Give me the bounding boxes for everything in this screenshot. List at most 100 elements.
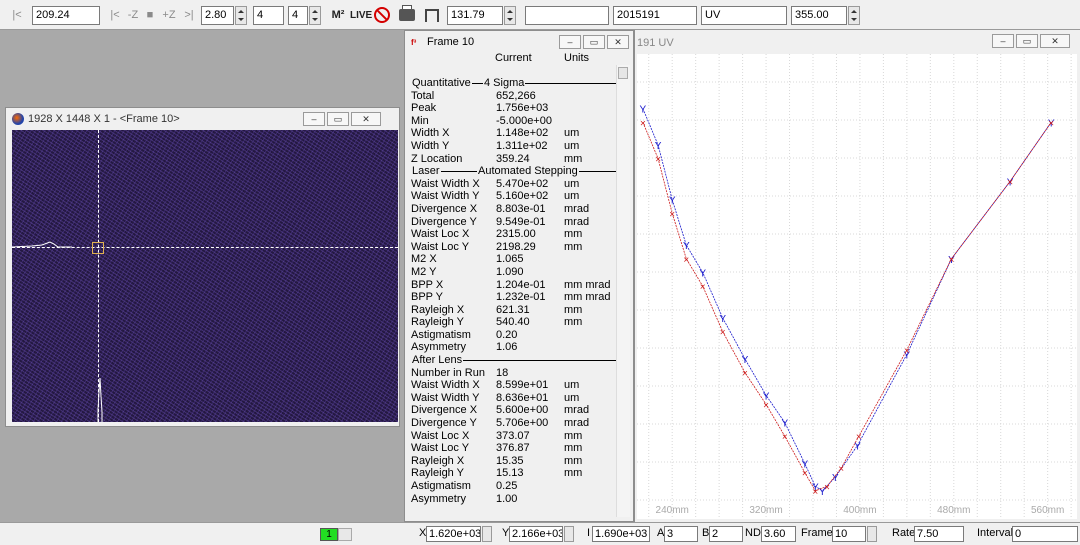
i-value-field[interactable]: 1.690e+03: [592, 526, 650, 542]
live-button[interactable]: LIVE: [350, 6, 372, 25]
scale-spinner[interactable]: [235, 6, 247, 25]
result-row[interactable]: Rayleigh Y 540.40 mm: [411, 316, 616, 329]
result-row[interactable]: Divergence X 5.600e+00 mrad: [411, 404, 616, 417]
serial-field[interactable]: 2015191: [613, 6, 697, 25]
result-row[interactable]: Asymmetry 1.00: [411, 493, 616, 506]
y-profile-plot: [97, 377, 103, 422]
x-value-field[interactable]: 1.620e+03: [426, 526, 481, 542]
binning-y-field[interactable]: 4: [288, 6, 308, 25]
data-point-x: ×: [949, 255, 955, 266]
rate-value-field[interactable]: 7.50: [914, 526, 964, 542]
door-icon[interactable]: [425, 9, 439, 22]
data-point-x: ×: [812, 487, 818, 498]
zoom-in-button[interactable]: +Z: [160, 6, 178, 25]
end-button[interactable]: >|: [180, 6, 198, 25]
blank-field[interactable]: [525, 6, 609, 25]
wavelength-spinner[interactable]: [848, 6, 860, 25]
result-row[interactable]: Divergence X 8.803e-01 mrad: [411, 203, 616, 216]
result-row[interactable]: Waist Loc Y 376.87 mm: [411, 442, 616, 455]
first-frame-button[interactable]: |<: [8, 6, 26, 25]
minimize-button[interactable]: –: [303, 112, 325, 126]
results-scrollbar[interactable]: [616, 65, 630, 517]
start-button[interactable]: |<: [106, 6, 124, 25]
chart-maximize-button[interactable]: ▭: [1016, 34, 1038, 48]
x-tick-label: 480mm: [937, 505, 970, 516]
maximize-button[interactable]: ▭: [327, 112, 349, 126]
scale-field[interactable]: 2.80: [201, 6, 234, 25]
result-value: 5.600e+00: [496, 404, 549, 417]
results-list[interactable]: Quantitative 4 Sigma Total 652,266 Peak 1.756…: [411, 77, 616, 505]
result-row[interactable]: Asymmetry 1.06: [411, 341, 616, 354]
caustic-chart[interactable]: 240mm 320mm 400mm 480mm 560mm Y Y Y Y Y Y Y Y Y Y Y Y Y Y Y…: [637, 54, 1077, 519]
result-label: Divergence X: [411, 404, 478, 417]
result-label: Asymmetry: [411, 492, 466, 505]
stop-capture-icon[interactable]: [374, 7, 390, 23]
chart-close-button[interactable]: ✕: [1040, 34, 1070, 48]
position-field[interactable]: 209.24: [32, 6, 100, 25]
z-spinner[interactable]: [504, 6, 516, 25]
result-row[interactable]: Width X 1.148e+02 um: [411, 127, 616, 140]
mode-field[interactable]: UV: [701, 6, 787, 25]
nd-value-field[interactable]: 3.60: [761, 526, 796, 542]
x-profile-plot: [12, 241, 72, 248]
print-icon[interactable]: [399, 5, 415, 21]
chart-plot: 240mm 320mm 400mm 480mm 560mmYYYYYYYYYYY YYYY…: [637, 54, 1077, 519]
result-row[interactable]: Peak 1.756e+03: [411, 102, 616, 115]
result-unit: mm: [564, 454, 583, 467]
m2-button[interactable]: M²: [328, 6, 348, 25]
result-row[interactable]: Astigmatism 0.25: [411, 480, 616, 493]
chart-minimize-button[interactable]: –: [992, 34, 1014, 48]
result-row[interactable]: Waist Width X 8.599e+01 um: [411, 379, 616, 392]
b-value-field[interactable]: 2: [709, 526, 743, 542]
frame-spinner[interactable]: [867, 526, 877, 542]
result-row[interactable]: Astigmatism 0.20: [411, 329, 616, 342]
result-value: 1.148e+02: [496, 127, 549, 140]
beam-image[interactable]: [12, 130, 398, 422]
result-row[interactable]: M2 X 1.065: [411, 253, 616, 266]
result-row[interactable]: Divergence Y 9.549e-01 mrad: [411, 216, 616, 229]
result-unit: um: [564, 190, 580, 203]
result-value: 2315.00: [496, 228, 536, 241]
result-row[interactable]: Rayleigh X 15.35 mm: [411, 455, 616, 468]
result-row[interactable]: Waist Width X 5.470e+02 um: [411, 178, 616, 191]
result-row[interactable]: Waist Loc X 2315.00 mm: [411, 228, 616, 241]
x-tick-label: 320mm: [749, 505, 782, 516]
data-point-x: ×: [856, 432, 862, 443]
result-row[interactable]: Waist Loc Y 2198.29 mm: [411, 241, 616, 254]
frame-close-button[interactable]: ✕: [607, 35, 629, 49]
result-row[interactable]: BPP Y 1.232e-01 mm mrad: [411, 291, 616, 304]
result-unit: mm: [564, 429, 583, 442]
a-value-field[interactable]: 3: [664, 526, 698, 542]
indicator-slot: [338, 528, 352, 541]
result-row[interactable]: Z Location 359.24 mm: [411, 153, 616, 166]
y-value-field[interactable]: 2.166e+03: [509, 526, 563, 542]
result-row[interactable]: BPP X 1.204e-01 mm mrad: [411, 279, 616, 292]
binning-x-field[interactable]: 4: [253, 6, 284, 25]
result-row[interactable]: Rayleigh X 621.31 mm: [411, 304, 616, 317]
stop-button[interactable]: ■: [143, 6, 157, 25]
result-row[interactable]: Number in Run 18: [411, 367, 616, 380]
result-row[interactable]: Min -5.000e+00: [411, 115, 616, 128]
result-unit: mrad: [564, 404, 590, 417]
result-row[interactable]: Waist Width Y 5.160e+02 um: [411, 190, 616, 203]
frame-value-field[interactable]: 10: [832, 526, 866, 542]
wavelength-field[interactable]: 355.00: [791, 6, 847, 25]
result-row[interactable]: Rayleigh Y 15.13 mm: [411, 467, 616, 480]
result-row[interactable]: Waist Width Y 8.636e+01 um: [411, 392, 616, 405]
binning-spinner[interactable]: [309, 6, 321, 25]
y-spinner[interactable]: [564, 526, 574, 542]
x-spinner[interactable]: [482, 526, 492, 542]
result-row[interactable]: M2 Y 1.090: [411, 266, 616, 279]
zoom-out-button[interactable]: -Z: [124, 6, 142, 25]
close-button[interactable]: ✕: [351, 112, 381, 126]
result-value: 1.00: [496, 492, 518, 505]
result-row[interactable]: Total 652,266: [411, 90, 616, 103]
interval-value-field[interactable]: 0: [1012, 526, 1078, 542]
result-row[interactable]: Waist Loc X 373.07 mm: [411, 430, 616, 443]
result-label: Width Y: [411, 139, 450, 152]
result-row[interactable]: Divergence Y 5.706e+00 mrad: [411, 417, 616, 430]
frame-minimize-button[interactable]: –: [559, 35, 581, 49]
result-row[interactable]: Width Y 1.311e+02 um: [411, 140, 616, 153]
frame-maximize-button[interactable]: ▭: [583, 35, 605, 49]
z-field[interactable]: 131.79: [447, 6, 503, 25]
